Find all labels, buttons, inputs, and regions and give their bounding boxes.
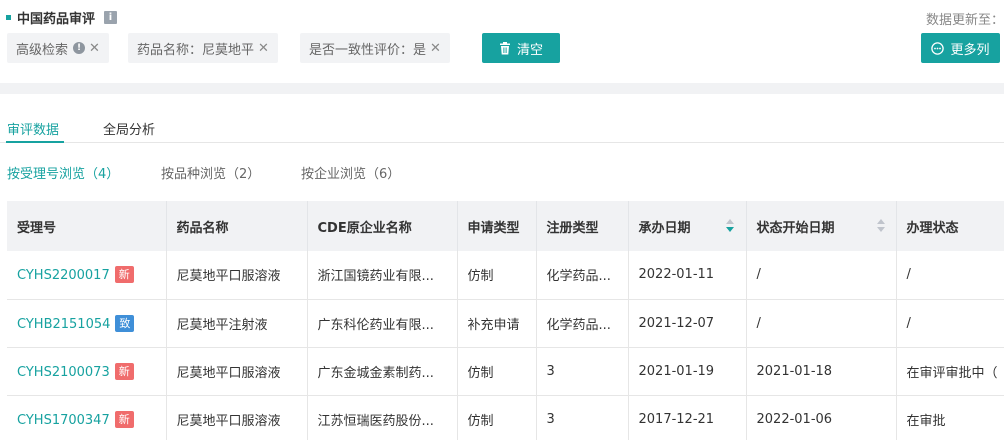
filter-chip-consistency[interactable]: 是否一致性评价：是 ✕ [300,33,450,63]
sort-icon[interactable] [725,219,734,233]
more-columns-label: 更多列 [950,42,990,58]
subtab-by-company[interactable]: 按企业浏览（6） [301,163,400,182]
trash-icon [499,41,510,54]
active-tab-indicator [6,141,64,143]
section-divider [0,83,1004,94]
more-columns-button[interactable]: 更多列 [921,33,1000,63]
company-cell: 广东科伦药业有限... [307,299,458,348]
status-start-date-cell: 2021-01-18 [746,347,897,396]
status-cell: 在审评审批中（ [896,347,1004,396]
close-icon[interactable]: ✕ [89,41,100,56]
registration-type-cell: 化学药品... [536,299,629,348]
status-badge: 新 [114,266,134,284]
company-cell: 浙江国镜药业有限... [307,251,458,300]
top-bar: 中国药品审评 i 数据更新至： 高级检索 ! ✕ 药品名称：尼莫地平 ✕ 是否一… [0,0,1004,83]
column-header-status[interactable]: 办理状态 [896,201,1004,251]
close-icon[interactable]: ✕ [258,41,269,56]
status-cell: / [896,251,1004,300]
drug-name-cell: 尼莫地平口服溶液 [166,395,308,440]
table-header-row: 受理号 药品名称 CDE原企业名称 申请类型 注册类型 承办日期 状态开始日期 … [7,201,1004,251]
title-marker [6,15,11,20]
column-header-application-type[interactable]: 申请类型 [457,201,537,251]
data-update-text: 数据更新至： [925,13,1004,28]
help-icon[interactable]: ! [73,42,86,54]
application-type-cell: 仿制 [457,347,537,396]
drug-name-cell: 尼莫地平注射液 [166,299,308,348]
column-header-status-start-date[interactable]: 状态开始日期 [746,201,897,251]
application-type-cell: 仿制 [457,395,537,440]
status-cell: / [896,299,1004,348]
table-row[interactable]: CYHS2100073 新尼莫地平口服溶液 广东金城金素制药... 仿制 3 2021-0… [7,347,1004,396]
table-body: CYHS2200017 新尼莫地平口服溶液 浙江国镜药业有限... 仿制 化学药品...… [7,251,1004,440]
more-circle-icon [931,41,945,55]
column-header-label: 承办日期 [638,220,691,236]
status-start-date-cell: / [746,299,897,348]
drug-name-cell: 尼莫地平口服溶液 [166,347,308,396]
column-header-company[interactable]: CDE原企业名称 [307,201,458,251]
tab-review-data[interactable]: 审评数据 [7,119,59,138]
acceptance-no-link[interactable]: CYHS2200017 [17,268,110,283]
table-row[interactable]: CYHS1700347 新 尼莫地平口服溶液 江苏恒瑞医药股份... 仿制 3 2017-1… [7,395,1004,440]
table-row[interactable]: CYHB2151054 致 尼莫地平注射液 广东科伦药业有限... 补充申请 化学药品..… [7,299,1004,348]
tab-global-analysis[interactable]: 全局分析 [103,119,155,138]
status-start-date-cell: / [746,251,897,300]
column-header-label: 状态开始日期 [756,220,835,236]
handle-date-cell: 2022-01-11 [628,251,747,300]
sort-icon[interactable] [876,219,885,233]
company-cell: 江苏恒瑞医药股份... [307,395,458,440]
registration-type-cell: 化学药品... [536,251,629,300]
info-icon[interactable]: i [104,11,118,24]
close-icon[interactable]: ✕ [430,41,441,56]
column-header-drug-name[interactable]: 药品名称 [166,201,308,251]
status-badge: 新 [114,410,134,428]
acceptance-no-link[interactable]: CYHB2151054 [17,317,110,332]
clear-button-label: 清空 [516,42,543,58]
acceptance-no-cell[interactable]: CYHS1700347 新 [7,395,167,440]
review-data-table: 受理号 药品名称 CDE原企业名称 申请类型 注册类型 承办日期 状态开始日期 … [7,201,1004,440]
column-header-acceptance-no[interactable]: 受理号 [7,201,167,251]
acceptance-no-cell[interactable]: CYHB2151054 致 [7,299,167,348]
filter-chip-label: 药品名称：尼莫地平 [137,42,255,58]
filter-chip-label: 高级检索 [16,42,69,58]
subtab-by-acceptance-no[interactable]: 按受理号浏览（4） [7,163,119,182]
company-cell: 广东金城金素制药... [307,347,458,396]
status-badge: 新 [114,362,134,380]
registration-type-cell: 3 [536,347,629,396]
acceptance-no-cell[interactable]: CYHS2200017 新 [7,251,167,300]
main-tabs: 审评数据 全局分析 [0,94,1004,143]
browse-subtabs: 按受理号浏览（4） 按品种浏览（2） 按企业浏览（6） [0,163,1004,183]
filter-chip-advanced-search[interactable]: 高级检索 ! ✕ [7,33,109,63]
handle-date-cell: 2021-12-07 [628,299,747,348]
acceptance-no-cell[interactable]: CYHS2100073 新 [7,347,167,396]
drug-name-cell: 尼莫地平口服溶液 [166,251,308,300]
page-title: 中国药品审评 [17,12,96,27]
clear-button[interactable]: 清空 [482,33,560,63]
status-start-date-cell: 2022-01-06 [746,395,897,440]
application-type-cell: 仿制 [457,251,537,300]
application-type-cell: 补充申请 [457,299,537,348]
column-header-handle-date[interactable]: 承办日期 [628,201,747,251]
status-cell: 在审批 [896,395,1004,440]
column-header-registration-type[interactable]: 注册类型 [536,201,629,251]
table-row[interactable]: CYHS2200017 新 尼莫地平口服溶液 浙江国镜药业有限... 仿制 化学药品...… [7,251,1004,300]
filter-chip-drug-name[interactable]: 药品名称：尼莫地平 ✕ [128,33,278,63]
acceptance-no-link[interactable]: CYHS1700347 [17,413,110,428]
header-title-row: 中国药品审评 i [6,8,118,27]
acceptance-no-link[interactable]: CYHS2100073 [17,365,110,380]
subtab-by-variety[interactable]: 按品种浏览（2） [161,163,260,182]
filter-chip-label: 是否一致性评价：是 [309,42,427,58]
handle-date-cell: 2017-12-21 [628,395,747,440]
registration-type-cell: 3 [536,395,629,440]
status-badge: 致 [115,314,135,332]
handle-date-cell: 2021-01-19 [628,347,747,396]
